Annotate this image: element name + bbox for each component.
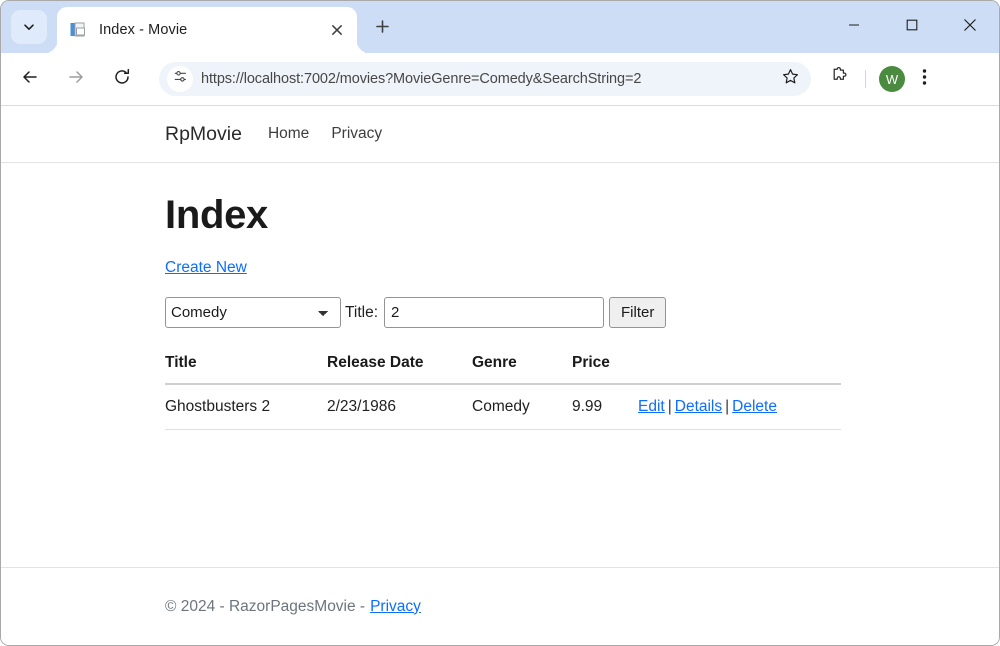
movie-filter-form: Comedy Title: Filter <box>165 297 999 328</box>
maximize-icon <box>906 18 918 36</box>
bookmark-star-button[interactable] <box>777 66 803 92</box>
reload-button[interactable] <box>105 62 139 96</box>
arrow-left-icon <box>21 68 39 91</box>
delete-link[interactable]: Delete <box>732 398 777 415</box>
favicon-document-icon <box>69 21 87 39</box>
page-title: Index <box>165 193 268 237</box>
window-controls <box>825 1 999 53</box>
nav-link-privacy[interactable]: Privacy <box>331 125 382 143</box>
genre-select[interactable]: Comedy <box>165 297 341 328</box>
create-new-link[interactable]: Create New <box>165 259 247 277</box>
tab-strip: Index - Movie <box>1 1 999 53</box>
address-bar-url-text[interactable]: https://localhost:7002/movies?MovieGenre… <box>201 71 777 87</box>
column-header-actions <box>638 354 841 385</box>
main-content: Index Create New Comedy Title: Filter Ti… <box>1 193 999 430</box>
extensions-button[interactable] <box>823 63 855 95</box>
browser-menu-button[interactable] <box>908 63 940 95</box>
table-head: Title Release Date Genre Price <box>165 354 841 385</box>
chevron-down-icon <box>22 20 36 34</box>
plus-icon <box>375 19 390 39</box>
three-dots-vertical-icon <box>922 68 927 91</box>
table-row: Ghostbusters 2 2/23/1986 Comedy 9.99 Edi… <box>165 384 841 430</box>
puzzle-piece-icon <box>830 67 849 91</box>
forward-button[interactable] <box>59 62 93 96</box>
arrow-right-icon <box>67 68 85 91</box>
new-tab-button[interactable] <box>367 14 397 44</box>
action-separator: | <box>667 398 672 415</box>
movies-table: Title Release Date Genre Price Ghostbust… <box>165 354 841 430</box>
footer-text: © 2024 - RazorPagesMovie - <box>165 597 366 615</box>
minimize-icon <box>848 18 860 36</box>
close-icon <box>963 18 977 37</box>
cell-title: Ghostbusters 2 <box>165 384 327 430</box>
column-header-genre: Genre <box>472 354 572 385</box>
tab-search-button[interactable] <box>11 10 47 44</box>
details-link[interactable]: Details <box>675 398 722 415</box>
site-navbar: RpMovie Home Privacy <box>1 106 999 163</box>
address-bar[interactable]: https://localhost:7002/movies?MovieGenre… <box>159 62 811 96</box>
back-button[interactable] <box>13 62 47 96</box>
cell-actions: Edit | Details | Delete <box>638 384 841 430</box>
column-header-title: Title <box>165 354 327 385</box>
edit-link[interactable]: Edit <box>638 398 665 415</box>
cell-price: 9.99 <box>572 384 638 430</box>
title-label: Title: <box>345 303 379 321</box>
filter-button[interactable]: Filter <box>609 297 667 328</box>
action-separator: | <box>725 398 730 415</box>
tab-close-button[interactable] <box>325 18 349 42</box>
star-icon <box>782 68 799 90</box>
window-minimize-button[interactable] <box>825 1 883 53</box>
column-header-release-date: Release Date <box>327 354 472 385</box>
page-viewport: RpMovie Home Privacy Index Create New Co… <box>1 105 999 645</box>
window-maximize-button[interactable] <box>883 1 941 53</box>
browser-toolbar: https://localhost:7002/movies?MovieGenre… <box>1 53 999 105</box>
reload-icon <box>113 68 131 91</box>
window-close-button[interactable] <box>941 1 999 53</box>
search-input[interactable] <box>384 297 605 328</box>
table-body: Ghostbusters 2 2/23/1986 Comedy 9.99 Edi… <box>165 384 841 430</box>
footer-privacy-link[interactable]: Privacy <box>370 598 421 616</box>
browser-tab-active[interactable]: Index - Movie <box>57 7 357 53</box>
nav-link-home[interactable]: Home <box>268 125 309 143</box>
cell-release-date: 2/23/1986 <box>327 384 472 430</box>
tune-settings-icon <box>173 69 188 89</box>
site-footer: © 2024 - RazorPagesMovie - Privacy <box>1 567 999 645</box>
cell-genre: Comedy <box>472 384 572 430</box>
navbar-brand[interactable]: RpMovie <box>165 123 242 146</box>
table-header-row: Title Release Date Genre Price <box>165 354 841 385</box>
toolbar-divider <box>865 70 866 88</box>
browser-window: Index - Movie https://localhost:7002/mov… <box>0 0 1000 646</box>
profile-button[interactable]: W <box>876 63 908 95</box>
tab-title: Index - Movie <box>99 22 188 38</box>
site-info-button[interactable] <box>167 66 193 92</box>
avatar: W <box>879 66 905 92</box>
column-header-price: Price <box>572 354 638 385</box>
